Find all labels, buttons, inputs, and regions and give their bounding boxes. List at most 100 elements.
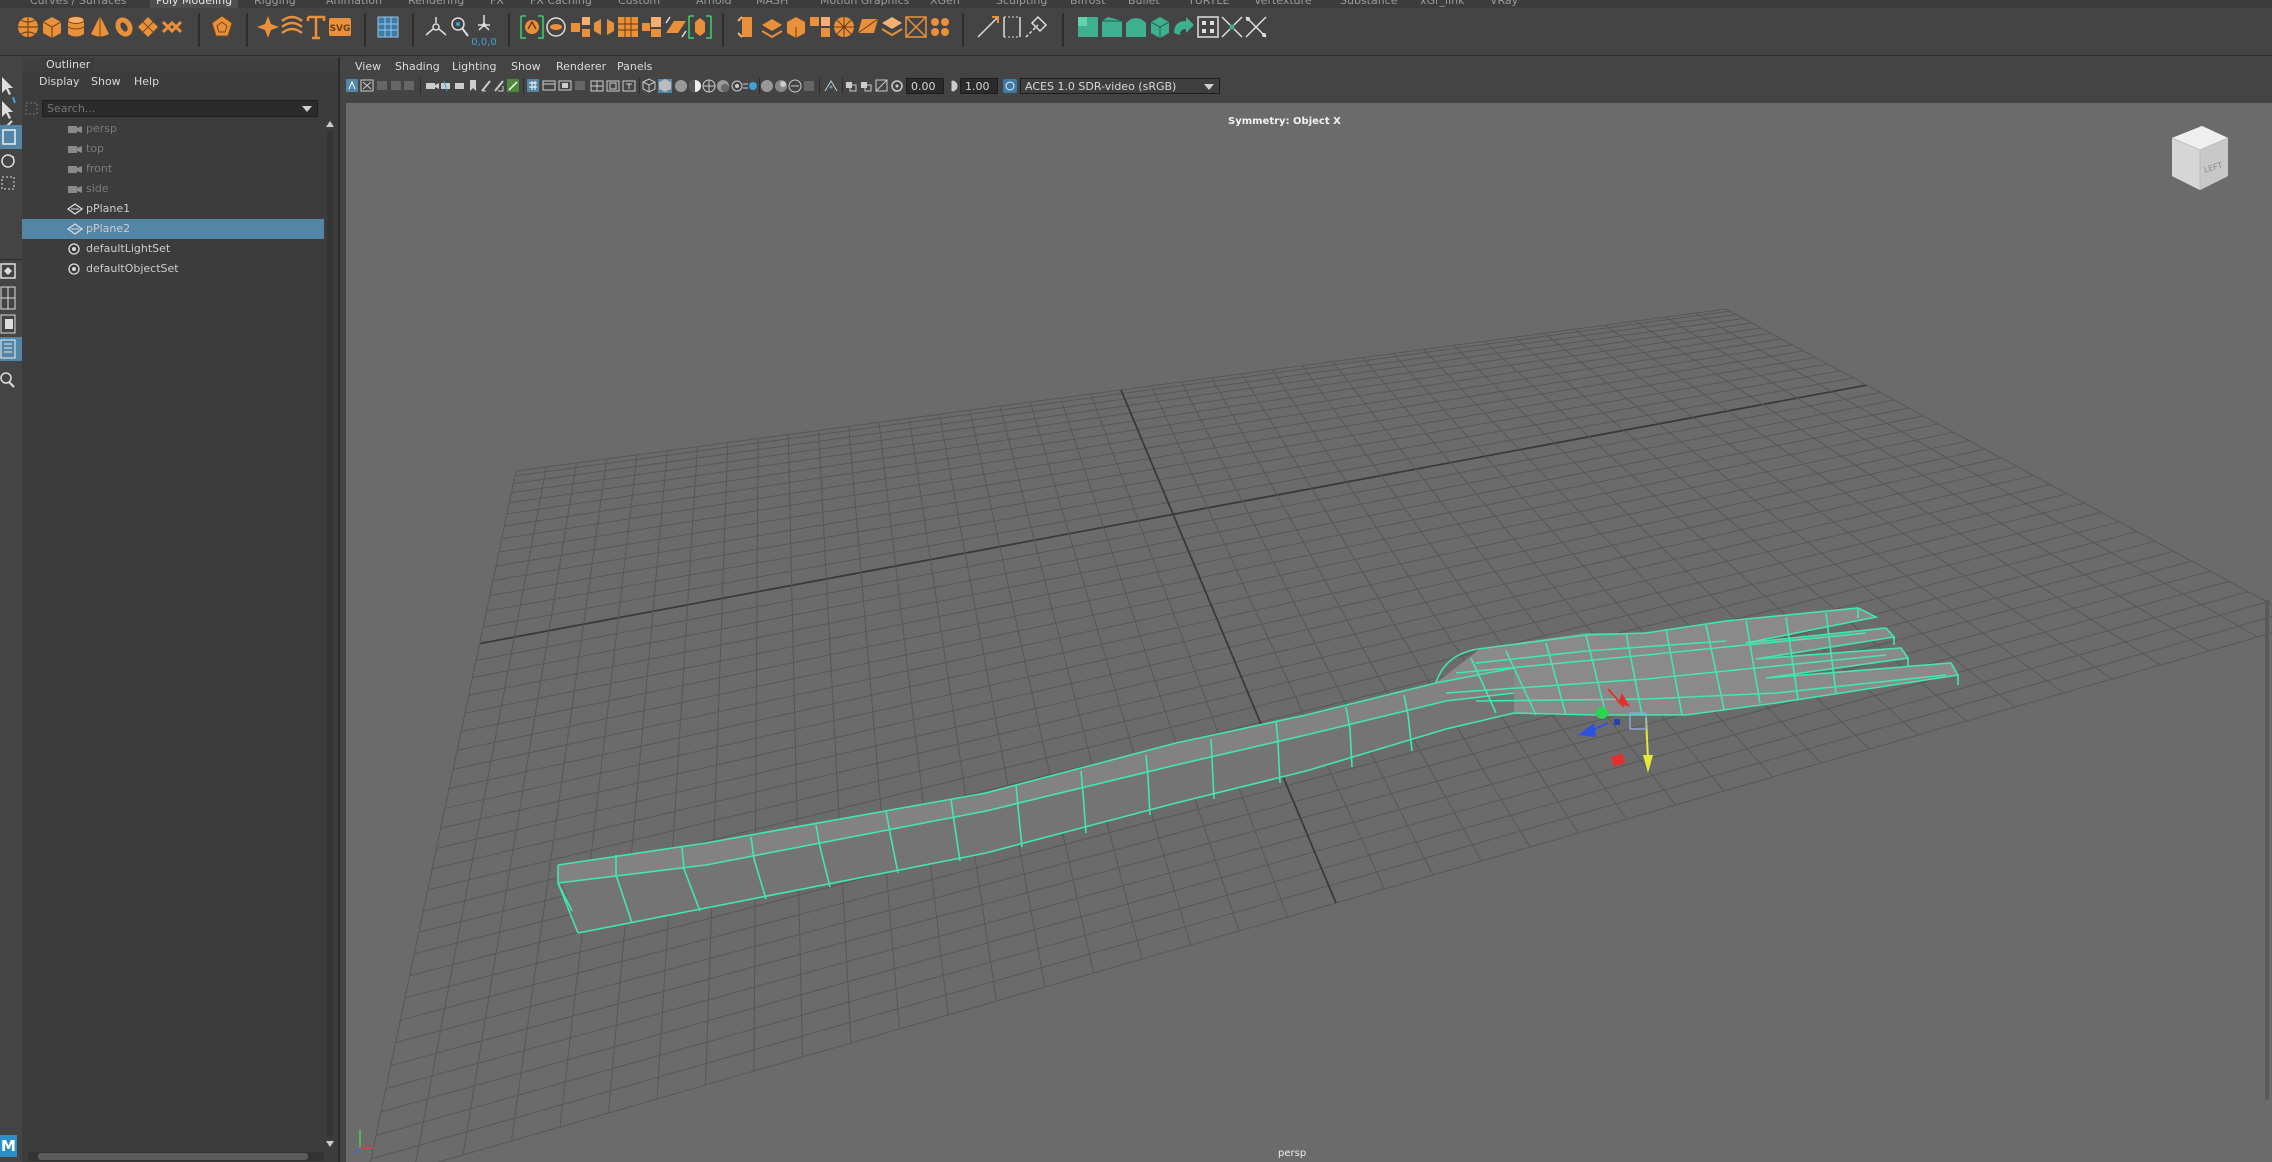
field-chart-icon[interactable] (590, 80, 604, 92)
motion-blur-icon[interactable] (743, 82, 757, 90)
bookmarks-icon[interactable] (391, 81, 401, 90)
view-cube[interactable]: LEFT (2166, 122, 2232, 192)
outliner-item[interactable]: defaultLightSet (22, 239, 324, 259)
gamma-field[interactable]: 1.00 (960, 78, 998, 94)
image-plane-icon[interactable] (404, 81, 414, 90)
offset-loop-icon[interactable] (1003, 16, 1021, 38)
single-perspective-layout-icon[interactable] (0, 263, 16, 279)
extrude-icon[interactable] (737, 16, 752, 38)
select-tool-icon[interactable] (2, 77, 13, 95)
persp-outliner-layout-icon[interactable] (0, 314, 16, 334)
film-gate-icon[interactable] (542, 80, 556, 91)
mirror-icon[interactable] (642, 17, 661, 37)
normals-icon[interactable] (1126, 18, 1146, 37)
viewport-menu-panels[interactable]: Panels (617, 60, 652, 73)
shelf-tab[interactable]: FX Caching (530, 0, 592, 8)
exposure-field[interactable]: 0.00 (906, 78, 944, 94)
manipulator-y-axis[interactable] (1643, 717, 1653, 773)
outliner-item[interactable]: pPlane1 (22, 199, 324, 219)
shelf-tab[interactable]: Bifrost (1070, 0, 1106, 8)
camera-2-icon[interactable] (441, 80, 450, 92)
shelf-tab[interactable]: XGen (930, 0, 960, 8)
poly-cone-icon[interactable] (91, 16, 109, 37)
outliner-layout-active[interactable] (0, 337, 22, 361)
shelf-tab[interactable]: Curves / Surfaces (30, 0, 127, 8)
shelf-tab[interactable]: Poly Modeling (150, 0, 239, 8)
outliner-search-input[interactable] (47, 102, 297, 115)
svg-icon[interactable]: SVG (329, 18, 351, 36)
outliner-item[interactable]: front (22, 159, 324, 179)
reverse-icon[interactable] (1150, 17, 1170, 38)
xray-icon[interactable] (775, 80, 787, 92)
exposure-icon[interactable] (875, 79, 888, 92)
select-camera-icon[interactable] (346, 79, 358, 92)
viewport-2-icon[interactable] (861, 82, 872, 92)
poly-cube-icon[interactable] (42, 17, 62, 38)
viewport-canvas[interactable] (346, 103, 2272, 1162)
scale-tool-icon[interactable] (1, 176, 15, 190)
safe-action-icon[interactable] (606, 80, 620, 92)
outliner-menu-display[interactable]: Display (39, 75, 80, 88)
use-all-lights-icon[interactable] (702, 79, 716, 93)
backface-culling-icon[interactable] (824, 80, 838, 92)
safe-title-icon[interactable] (622, 80, 636, 92)
world-origin-icon[interactable] (478, 15, 490, 31)
default-material-icon[interactable] (675, 80, 687, 92)
search-options-icon[interactable] (25, 101, 41, 117)
wireframe-icon[interactable] (642, 78, 656, 93)
search-icon[interactable] (0, 372, 15, 388)
gamma-icon[interactable] (951, 80, 958, 92)
shelf-tab[interactable]: TURTLE (1188, 0, 1229, 8)
xray-components-icon[interactable] (804, 81, 814, 91)
shelf-tab[interactable]: MASH (756, 0, 788, 8)
outliner-item[interactable]: top (22, 139, 324, 159)
camera-3-icon[interactable] (455, 83, 464, 89)
boolean-icon[interactable] (618, 17, 638, 37)
face-normals-icon[interactable] (1025, 15, 1048, 38)
outliner-item[interactable]: persp (22, 119, 324, 139)
outliner-menu-show[interactable]: Show (91, 75, 121, 88)
shelf-tab[interactable]: Vertexture (1254, 0, 1312, 8)
outliner-item[interactable]: side (22, 179, 324, 199)
poly-cylinder-icon[interactable] (67, 16, 85, 37)
outliner-menu-help[interactable]: Help (134, 75, 159, 88)
shelf-tab[interactable]: Sculpting (996, 0, 1047, 8)
shelf-tab[interactable]: Animation (326, 0, 382, 8)
shelf-tab[interactable]: FX (490, 0, 504, 8)
manipulator-center[interactable] (1596, 707, 1647, 767)
shelf-tab[interactable]: Rendering (408, 0, 464, 8)
camera-film-gate-icon[interactable] (494, 80, 504, 92)
outliner-item[interactable]: pPlane2 (22, 219, 324, 239)
screen-space-ao-icon[interactable] (731, 80, 743, 92)
insert-edge-loop-icon[interactable] (977, 16, 999, 38)
soften-edge-icon[interactable] (1078, 17, 1098, 37)
shadows-icon[interactable] (717, 80, 729, 92)
viewport-menu-shading[interactable]: Shading (395, 60, 440, 73)
grease-pencil-icon[interactable] (481, 80, 491, 92)
wedge-icon[interactable] (857, 18, 879, 34)
four-view-layout-icon[interactable] (0, 286, 16, 310)
collapse-icon[interactable] (810, 17, 830, 37)
textured-icon[interactable] (689, 80, 701, 92)
sweep-mesh-icon[interactable] (281, 15, 303, 35)
reduce-icon[interactable] (905, 16, 927, 38)
poly-torus-icon[interactable] (112, 14, 136, 39)
color-management-icon[interactable] (1003, 79, 1017, 93)
exposure-dial-icon[interactable] (891, 80, 903, 92)
poly-disc-icon[interactable] (161, 20, 183, 34)
xray-joints-icon[interactable] (788, 79, 802, 93)
unfold-icon[interactable] (1245, 16, 1267, 38)
manipulator-x-axis[interactable] (1607, 688, 1630, 708)
shelf-tab[interactable]: Rigging (254, 0, 296, 8)
outliner-hscroll-thumb[interactable] (38, 1153, 308, 1160)
super-shape-icon[interactable] (257, 16, 279, 38)
resolution-gate-icon[interactable] (558, 80, 572, 91)
shelf-tab[interactable]: Substance (1340, 0, 1398, 8)
poly-sphere-icon[interactable] (18, 17, 38, 37)
type-icon[interactable] (306, 15, 326, 40)
merge-icon[interactable] (787, 17, 805, 38)
outliner-vertical-scrollbar[interactable] (325, 119, 335, 1149)
fill-hole-icon[interactable] (761, 19, 783, 39)
shelf-tab[interactable]: Bullet (1128, 0, 1160, 8)
camera-icon[interactable] (426, 83, 439, 89)
